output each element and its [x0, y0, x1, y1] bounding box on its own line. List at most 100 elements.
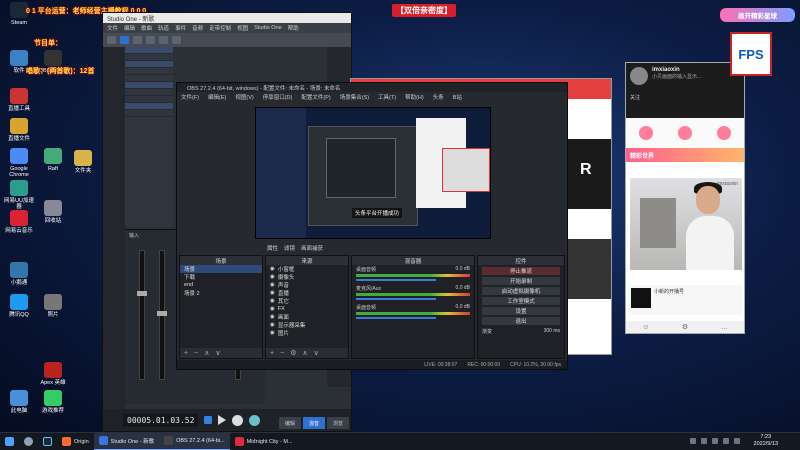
- visibility-icon[interactable]: ◉: [270, 314, 275, 320]
- gear-icon[interactable]: ⚙: [290, 349, 296, 357]
- source-item[interactable]: ◉ 画面: [266, 313, 348, 321]
- taskbar-clock[interactable]: 7:23 2022/9/13: [754, 434, 778, 448]
- channel-fader[interactable]: [137, 250, 147, 380]
- browse-view-button[interactable]: 浏览: [327, 417, 349, 429]
- scene-list[interactable]: 场景 下载 end 场景 2: [180, 265, 262, 297]
- obs-window[interactable]: OBS 27.2.4 (64-bit, windows) - 配置文件: 未命名…: [176, 82, 568, 370]
- remove-icon[interactable]: −: [280, 350, 284, 357]
- obs-preview[interactable]: 头条平台开播成功: [255, 107, 491, 239]
- menu-item[interactable]: 歌曲: [141, 24, 152, 32]
- obs-menubar[interactable]: 文件(F) 编辑(E) 视图(V) 停靠窗口(D) 配置文件(P) 场景集合(S) 工具(T…: [177, 92, 567, 101]
- promo-banner[interactable]: 精彩世界: [626, 148, 744, 162]
- split-tool-icon[interactable]: [146, 36, 155, 44]
- source-item[interactable]: ◉ 图片: [266, 329, 348, 337]
- taskbar-app[interactable]: Midnight City - M...: [230, 433, 298, 450]
- more-icon[interactable]: …: [721, 324, 728, 331]
- obs-control-button[interactable]: 停止推流: [482, 267, 560, 275]
- filters-button[interactable]: 滤镜: [284, 244, 295, 252]
- menu-item[interactable]: 编辑(E): [208, 93, 226, 101]
- desktop-icon[interactable]: 小鹅通: [2, 262, 36, 286]
- desktop-icon[interactable]: 直播工具: [2, 88, 36, 112]
- sources-dock[interactable]: 来源 ◉ 小窗框 ◉ 摄像头 ◉ 声音 ◉ 直播 ◉ 其它 ◉ FX ◉ 画面 ◉ 显示器采集 ◉ 图片 + − ⚙ ∧…: [265, 255, 349, 359]
- gift-icon[interactable]: [638, 126, 653, 140]
- duration-field[interactable]: 300 ms: [544, 328, 560, 335]
- emoji-icon[interactable]: ☺: [642, 324, 649, 331]
- obs-control-button[interactable]: 退出: [482, 317, 560, 325]
- desktop-icon[interactable]: Apex 英雄: [36, 362, 70, 386]
- menu-item[interactable]: 轨道: [158, 24, 169, 32]
- obs-control-button[interactable]: 启动虚拟摄像机: [482, 287, 560, 295]
- source-item[interactable]: ◉ FX: [266, 305, 348, 313]
- select-tool-icon[interactable]: [120, 36, 129, 44]
- arrow-tool-icon[interactable]: [107, 36, 116, 44]
- range-tool-icon[interactable]: [133, 36, 142, 44]
- mixer-channel[interactable]: 桌面音频 0.0 dB: [352, 303, 474, 322]
- visibility-icon[interactable]: ◉: [270, 266, 275, 272]
- menu-item[interactable]: 场景集合(S): [340, 93, 369, 101]
- menu-item[interactable]: 配置文件(P): [301, 93, 330, 101]
- system-tray[interactable]: [690, 438, 740, 444]
- desktop-icon[interactable]: 直播文件: [2, 118, 36, 142]
- visibility-icon[interactable]: ◉: [270, 298, 275, 304]
- visibility-icon[interactable]: ◉: [270, 290, 275, 296]
- source-item[interactable]: ◉ 小窗框: [266, 265, 348, 273]
- taskbar-app[interactable]: OBS 27.2.4 (64-bi...: [159, 432, 230, 450]
- taskbar-apps[interactable]: Origin Studio One - 新歌 OBS 27.2.4 (64-bi..…: [57, 432, 298, 450]
- pencil-tool-icon[interactable]: [172, 36, 181, 44]
- studio-one-titlebar[interactable]: Studio One - 新歌: [103, 13, 351, 23]
- menu-item[interactable]: 工具(T): [378, 93, 396, 101]
- desktop-icon[interactable]: 游戏推荐: [36, 390, 70, 414]
- mixer-channel[interactable]: 麦克风/Aux 0.0 dB: [352, 284, 474, 303]
- obs-control-button[interactable]: 设置: [482, 307, 560, 315]
- up-icon[interactable]: ∧: [204, 349, 209, 357]
- follow-label[interactable]: 关注: [630, 94, 740, 101]
- heart-icon[interactable]: [677, 126, 692, 140]
- studio-one-toolbar[interactable]: [103, 33, 351, 47]
- controls-dock[interactable]: 控件 停止推流 开始录制 启动虚拟摄像机 工作室模式 设置 退出 渐变 300 ms: [477, 255, 565, 359]
- obs-control-button[interactable]: 工作室模式: [482, 297, 560, 305]
- scenes-footer[interactable]: + − ∧ ∨: [180, 348, 262, 358]
- stop-icon[interactable]: [204, 416, 213, 424]
- taskbar-app[interactable]: Studio One - 新歌: [93, 432, 160, 450]
- desktop-icon[interactable]: 网易云音乐: [2, 210, 36, 234]
- desktop-icon[interactable]: 网易UU加速器: [2, 180, 36, 210]
- menu-item[interactable]: 文件: [107, 24, 118, 32]
- start-button[interactable]: [0, 433, 19, 450]
- studio-one-track-list[interactable]: [125, 47, 173, 227]
- menu-item[interactable]: 编辑: [124, 24, 135, 32]
- menu-item[interactable]: 事件: [175, 24, 186, 32]
- sources-footer[interactable]: + − ⚙ ∧ ∨: [266, 348, 348, 358]
- mixer-channel[interactable]: 桌面音频 0.0 dB: [352, 265, 474, 284]
- menu-item[interactable]: 帮助(H): [405, 93, 424, 101]
- desktop-icon[interactable]: Raft: [36, 148, 70, 172]
- desktop-icon[interactable]: Google Chrome: [2, 148, 36, 178]
- mixer-list[interactable]: 桌面音频 0.0 dB 麦克风/Aux 0.0 dB 桌面音频 0.0 dB: [352, 265, 474, 322]
- desktop-icon[interactable]: 腾讯QQ: [2, 294, 36, 318]
- edit-view-button[interactable]: 编辑: [279, 417, 301, 429]
- source-item[interactable]: ◉ 其它: [266, 297, 348, 305]
- desktop-icon[interactable]: 文件夹: [66, 150, 100, 174]
- search-icon[interactable]: [19, 433, 38, 450]
- scene-item[interactable]: end: [180, 281, 262, 289]
- studio-one-view-switch[interactable]: 编辑 混音 浏览: [279, 417, 349, 429]
- menu-item[interactable]: Studio One: [254, 25, 282, 31]
- audio-mixer-dock[interactable]: 混音器 桌面音频 0.0 dB 麦克风/Aux 0.0 dB 桌面音频 0.0 dB: [351, 255, 475, 359]
- mix-view-button[interactable]: 混音: [303, 417, 325, 429]
- menu-item[interactable]: B站: [453, 93, 462, 101]
- chat-tab-icons[interactable]: [626, 118, 744, 148]
- visibility-icon[interactable]: ◉: [270, 282, 275, 288]
- play-icon[interactable]: [218, 415, 227, 425]
- down-icon[interactable]: ∨: [314, 349, 319, 357]
- loop-icon[interactable]: [249, 414, 261, 426]
- menu-item[interactable]: 头条: [433, 93, 444, 101]
- menu-item[interactable]: 文件(F): [181, 93, 199, 101]
- volume-slider[interactable]: [356, 298, 436, 300]
- up-icon[interactable]: ∧: [302, 349, 307, 357]
- obs-control-button[interactable]: 开始录制: [482, 277, 560, 285]
- add-icon[interactable]: +: [184, 350, 188, 357]
- desktop-icon[interactable]: 照片: [36, 294, 70, 318]
- source-item[interactable]: ◉ 声音: [266, 281, 348, 289]
- transition-select[interactable]: 渐变: [482, 328, 492, 335]
- menu-item[interactable]: 走带控制: [209, 24, 231, 32]
- taskbar-app[interactable]: Origin: [57, 433, 94, 450]
